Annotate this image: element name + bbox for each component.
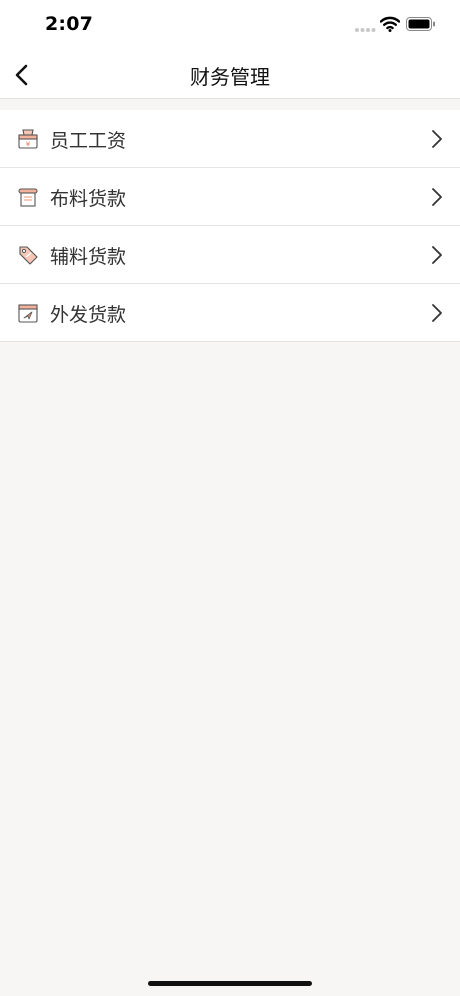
svg-text:¥: ¥	[26, 141, 31, 149]
menu-item-label: 辅料货款	[50, 246, 127, 268]
menu-item-label: 员工工资	[50, 130, 127, 152]
menu-item-employee-wages[interactable]: ¥ 员工工资	[0, 110, 460, 168]
chevron-right-icon	[432, 188, 442, 206]
chevron-right-icon	[432, 246, 442, 264]
fabric-roll-icon	[18, 188, 38, 207]
wage-bag-icon: ¥	[18, 129, 38, 149]
outsource-send-icon	[18, 304, 38, 323]
cellular-signal-icon	[355, 28, 376, 32]
menu-item-label: 布料货款	[50, 188, 127, 210]
status-time: 2:07	[45, 13, 94, 35]
menu-item-label: 外发货款	[50, 304, 127, 326]
menu-item-fabric-payment[interactable]: 布料货款	[0, 168, 460, 226]
chevron-right-icon	[432, 130, 442, 148]
wifi-icon	[380, 16, 400, 32]
price-tag-icon	[19, 246, 38, 265]
finance-menu-list: ¥ 员工工资 布料货款 辅料货款 外发货款	[0, 110, 460, 342]
menu-item-outsourcing-payment[interactable]: 外发货款	[0, 284, 460, 342]
page-title: 财务管理	[190, 65, 270, 89]
menu-item-accessories-payment[interactable]: 辅料货款	[0, 226, 460, 284]
battery-icon	[406, 17, 435, 31]
status-bar: 2:07	[0, 0, 460, 50]
home-indicator[interactable]	[148, 981, 312, 986]
navigation-bar: 财务管理	[0, 50, 460, 99]
chevron-right-icon	[432, 304, 442, 322]
